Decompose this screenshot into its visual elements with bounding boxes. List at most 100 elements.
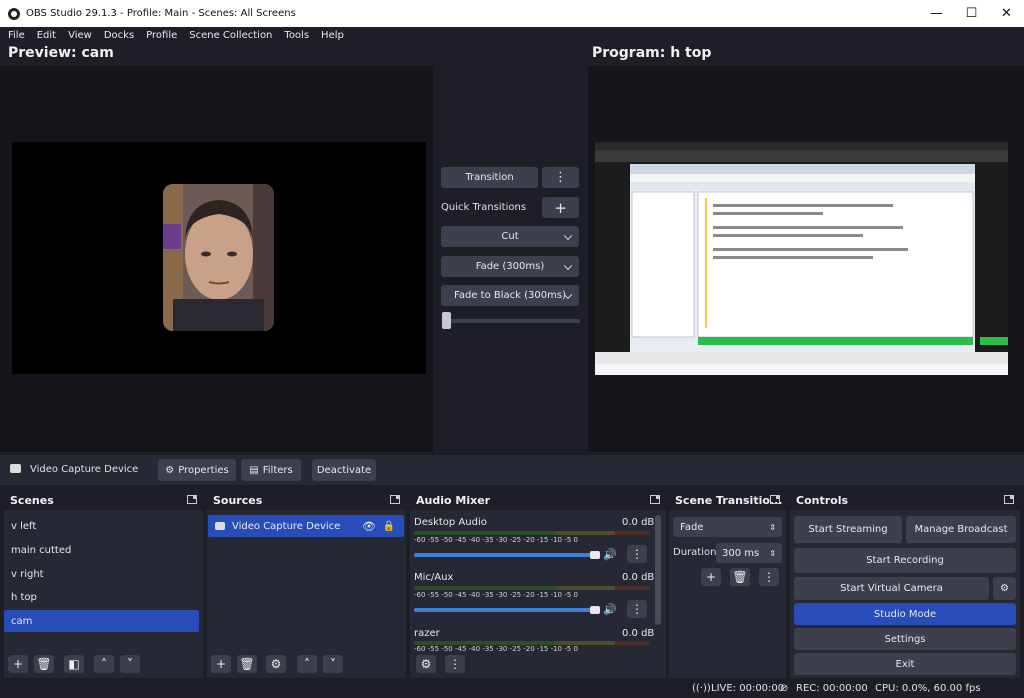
volume-slider-handle[interactable] <box>590 606 600 614</box>
move-scene-down-button[interactable]: ˅ <box>120 655 140 673</box>
volume-meter <box>414 531 650 535</box>
channel-menu-button[interactable]: ⋮ <box>627 545 647 563</box>
duration-spinbox[interactable]: 300 ms ⇕ <box>716 543 782 563</box>
scene-filters-button[interactable]: ◧ <box>64 655 84 673</box>
speaker-icon[interactable]: 🔊 <box>603 603 617 616</box>
mixer-channel-name: Mic/Aux <box>414 572 454 583</box>
scene-transitions-dock-header: Scene Transitio... <box>669 490 786 510</box>
obs-window: OBS Studio 29.1.3 - Profile: Main - Scen… <box>0 0 1024 698</box>
fade-transition-button[interactable]: Fade (300ms) <box>441 256 579 277</box>
fade-black-transition-button[interactable]: Fade to Black (300ms) <box>441 285 579 306</box>
add-scene-button[interactable]: + <box>8 655 28 673</box>
menu-edit[interactable]: Edit <box>37 30 56 41</box>
scene-item-main-cutted[interactable]: main cutted <box>4 539 199 561</box>
settings-button[interactable]: Settings <box>794 628 1016 650</box>
menu-profile[interactable]: Profile <box>146 30 177 41</box>
scene-item-cam[interactable]: cam <box>4 610 199 632</box>
preview-title: Preview: cam <box>8 45 114 61</box>
filters-button[interactable]: ▤ Filters <box>241 459 301 481</box>
controls-title: Controls <box>796 493 849 507</box>
menu-tools[interactable]: Tools <box>284 30 309 41</box>
source-item-label: Video Capture Device <box>232 520 341 532</box>
record-off-icon: ⊘ <box>780 683 789 694</box>
move-scene-up-button[interactable]: ˄ <box>94 655 114 673</box>
signal-icon: ((·)) <box>692 683 711 694</box>
exit-button[interactable]: Exit <box>794 653 1016 675</box>
menu-help[interactable]: Help <box>321 30 344 41</box>
sources-dock-header: Sources <box>207 490 406 510</box>
transition-more-button[interactable]: ⋮ <box>542 167 579 188</box>
properties-button[interactable]: ⚙ Properties <box>158 459 236 481</box>
float-dock-icon[interactable] <box>1004 495 1014 504</box>
speaker-icon[interactable]: 🔊 <box>603 548 617 561</box>
menu-bar: File Edit View Docks Profile Scene Colle… <box>0 27 1024 43</box>
mixer-menu-button[interactable]: ⋮ <box>445 655 465 673</box>
scenes-title: Scenes <box>10 493 54 507</box>
deactivate-button[interactable]: Deactivate <box>312 459 376 481</box>
move-source-down-button[interactable]: ˅ <box>323 655 343 673</box>
start-recording-button[interactable]: Start Recording <box>794 548 1016 573</box>
channel-menu-button[interactable]: ⋮ <box>627 600 647 618</box>
menu-file[interactable]: File <box>8 30 25 41</box>
float-dock-icon[interactable] <box>390 495 400 504</box>
chevron-down-icon <box>563 261 573 270</box>
tbar-slider-track[interactable] <box>446 319 580 323</box>
close-button[interactable]: ✕ <box>989 0 1024 27</box>
source-toolbar: Video Capture Device <box>0 455 1024 485</box>
transition-menu-button[interactable]: ⋮ <box>759 568 779 586</box>
volume-slider[interactable] <box>414 553 596 557</box>
mixer-settings-button[interactable]: ⚙ <box>416 655 436 673</box>
scene-item-v-right[interactable]: v right <box>4 563 199 585</box>
meter-scale: -60 -55 -50 -45 -40 -35 -30 -25 -20 -15 … <box>414 591 578 599</box>
scene-item-h-top[interactable]: h top <box>4 586 199 608</box>
webcam-feed <box>163 184 274 331</box>
float-dock-icon[interactable] <box>770 495 780 504</box>
transition-type-value: Fade <box>680 521 704 533</box>
gear-icon: ⚙ <box>1000 583 1009 594</box>
remove-scene-button[interactable]: 🗑 <box>34 655 54 673</box>
fade-label: Fade (300ms) <box>475 261 545 272</box>
audio-mixer-title: Audio Mixer <box>416 493 491 507</box>
add-source-button[interactable]: + <box>211 655 231 673</box>
mixer-channel-db: 0.0 dB <box>622 517 655 528</box>
scene-item-v-left[interactable]: v left <box>4 515 199 537</box>
float-dock-icon[interactable] <box>650 495 660 504</box>
tbar-slider-handle[interactable] <box>442 312 451 329</box>
start-virtual-camera-button[interactable]: Start Virtual Camera <box>794 577 989 600</box>
add-quick-transition-button[interactable]: + <box>542 197 579 218</box>
remove-transition-button[interactable]: 🗑 <box>730 568 750 586</box>
obs-logo-icon <box>8 7 20 20</box>
trash-icon: 🗑 <box>239 657 255 671</box>
controls-dock-header: Controls <box>790 490 1020 510</box>
maximize-button[interactable]: ☐ <box>954 0 989 27</box>
updown-arrows-icon: ⇕ <box>769 522 776 532</box>
cut-transition-button[interactable]: Cut <box>441 226 579 247</box>
minimize-button[interactable]: — <box>919 0 954 27</box>
add-transition-button[interactable]: + <box>701 568 721 586</box>
studio-mode-button[interactable]: Studio Mode <box>794 603 1016 625</box>
remove-source-button[interactable]: 🗑 <box>237 655 257 673</box>
float-dock-icon[interactable] <box>187 495 197 504</box>
virtual-camera-settings-button[interactable]: ⚙ <box>993 577 1016 600</box>
menu-view[interactable]: View <box>68 30 92 41</box>
source-properties-button[interactable]: ⚙ <box>266 655 286 673</box>
quick-transitions-label: Quick Transitions <box>441 202 527 213</box>
rec-time: REC: 00:00:00 <box>796 683 868 694</box>
eye-icon[interactable]: 👁 <box>362 520 376 533</box>
start-streaming-button[interactable]: Start Streaming <box>794 516 902 543</box>
lock-icon[interactable]: 🔒 <box>383 521 395 532</box>
volume-slider[interactable] <box>414 608 596 612</box>
manage-broadcast-button[interactable]: Manage Broadcast <box>906 516 1016 543</box>
filter-icon: ▤ <box>249 464 259 476</box>
volume-slider-handle[interactable] <box>590 551 600 559</box>
meter-scale: -60 -55 -50 -45 -40 -35 -30 -25 -20 -15 … <box>414 645 578 653</box>
transition-type-select[interactable]: Fade ⇕ <box>673 517 782 537</box>
move-source-up-button[interactable]: ˄ <box>297 655 317 673</box>
volume-meter <box>414 586 650 590</box>
menu-docks[interactable]: Docks <box>104 30 134 41</box>
transition-button[interactable]: Transition <box>441 167 538 188</box>
mixer-scrollbar[interactable] <box>655 515 661 625</box>
source-item-video-capture[interactable]: Video Capture Device 👁 🔒 <box>208 515 404 537</box>
fade-black-label: Fade to Black (300ms) <box>454 290 566 301</box>
menu-scene-collection[interactable]: Scene Collection <box>189 30 272 41</box>
